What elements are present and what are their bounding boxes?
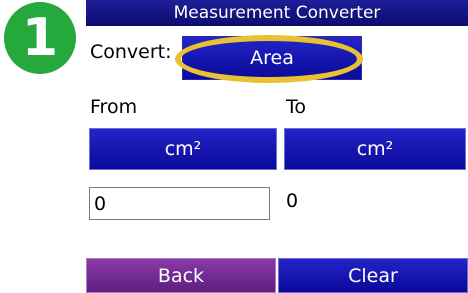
to-value: 0 xyxy=(286,190,299,212)
page-title: Measurement Converter xyxy=(86,0,468,26)
convert-label: Convert: xyxy=(90,41,172,63)
to-unit-button[interactable]: cm² xyxy=(284,128,466,170)
from-label: From xyxy=(90,96,138,118)
step-number-badge: 1 xyxy=(4,2,76,74)
from-value-input[interactable] xyxy=(89,187,270,220)
to-label: To xyxy=(286,96,307,118)
from-unit-button[interactable]: cm² xyxy=(89,128,277,170)
back-button[interactable]: Back xyxy=(86,258,276,293)
convert-type-button[interactable]: Area xyxy=(182,36,362,80)
clear-button[interactable]: Clear xyxy=(278,258,468,293)
device-screen: Measurement Converter Convert: Area From… xyxy=(86,0,468,293)
